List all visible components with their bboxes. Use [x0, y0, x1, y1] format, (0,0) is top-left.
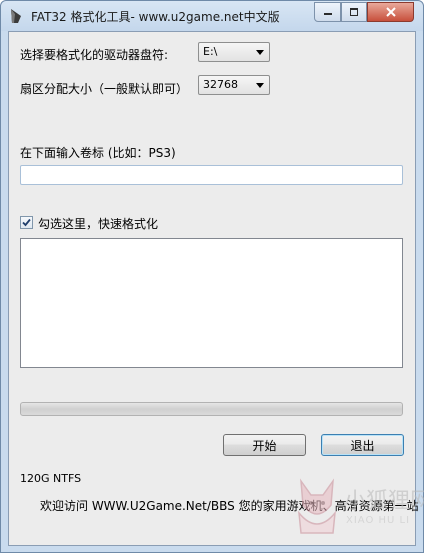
- volume-label-caption: 在下面输入卷标 (比如：PS3): [20, 146, 176, 160]
- cluster-size-value: 32768: [203, 78, 238, 91]
- disk-info: 120G NTFS: [20, 472, 82, 485]
- watermark-text-en: XIAO HU LI: [346, 515, 411, 526]
- client-area: 选择要格式化的驱动器盘符: E:\ 扇区分配大小（一般默认即可） 32768 在…: [8, 31, 416, 546]
- watermark-text-cn: 小狐狸网: [344, 489, 424, 514]
- window-title: FAT32 格式化工具- www.u2game.net中文版: [31, 10, 280, 24]
- volume-label-input[interactable]: [20, 165, 403, 185]
- log-listbox[interactable]: [20, 238, 403, 368]
- minimize-icon: [323, 13, 332, 15]
- checkmark-icon: [22, 218, 31, 227]
- cluster-size-select[interactable]: 32768: [198, 75, 270, 95]
- drive-select-value: E:\: [203, 45, 218, 58]
- minimize-button[interactable]: [314, 2, 341, 22]
- quick-format-label[interactable]: 勾选这里，快速格式化: [38, 215, 158, 232]
- format-progress-bar: [20, 402, 403, 416]
- start-button[interactable]: 开始: [223, 434, 306, 456]
- close-button[interactable]: [367, 2, 414, 22]
- app-window: FAT32 格式化工具- www.u2game.net中文版 选择要格式化的驱动…: [0, 0, 424, 553]
- quick-format-checkbox[interactable]: [20, 216, 33, 229]
- close-icon: [385, 7, 396, 17]
- maximize-button[interactable]: [341, 2, 367, 22]
- watermark: 小狐狸网 XIAO HU LI: [291, 471, 424, 551]
- fox-logo-icon: [298, 478, 336, 534]
- cluster-label: 扇区分配大小（一般默认即可）: [20, 82, 189, 96]
- drive-select[interactable]: E:\: [198, 42, 270, 62]
- chevron-down-icon: [256, 50, 264, 55]
- title-bar[interactable]: FAT32 格式化工具- www.u2game.net中文版: [1, 1, 423, 31]
- maximize-icon: [350, 8, 358, 16]
- exit-button[interactable]: 退出: [321, 434, 404, 456]
- app-icon: [11, 9, 21, 23]
- drive-label: 选择要格式化的驱动器盘符:: [20, 48, 169, 62]
- chevron-down-icon: [256, 83, 264, 88]
